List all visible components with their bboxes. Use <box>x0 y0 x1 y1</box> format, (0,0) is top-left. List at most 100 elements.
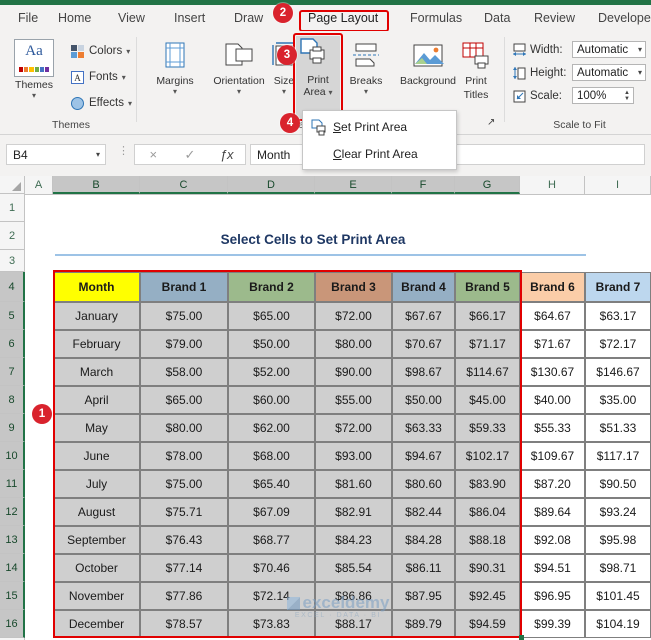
table-data-cell[interactable]: $76.43 <box>140 526 228 554</box>
table-data-cell[interactable]: $87.95 <box>392 582 455 610</box>
table-data-cell[interactable]: $90.00 <box>315 358 392 386</box>
table-row-label-cell[interactable]: June <box>53 442 140 470</box>
row-header-10[interactable]: 10 <box>0 442 25 470</box>
table-header-cell[interactable]: Brand 4 <box>392 272 455 302</box>
table-data-cell[interactable]: $94.67 <box>392 442 455 470</box>
table-data-cell[interactable]: $72.00 <box>315 414 392 442</box>
table-data-cell[interactable]: $72.00 <box>315 302 392 330</box>
table-data-cell[interactable]: $146.67 <box>585 358 651 386</box>
table-data-cell[interactable]: $75.71 <box>140 498 228 526</box>
table-data-cell[interactable]: $104.19 <box>585 610 651 638</box>
row-header-8[interactable]: 8 <box>0 386 25 414</box>
margins-chevron-down-icon[interactable]: ▾ <box>144 87 206 96</box>
table-data-cell[interactable]: $93.24 <box>585 498 651 526</box>
table-data-cell[interactable]: $65.00 <box>228 302 315 330</box>
row-header-16[interactable]: 16 <box>0 610 25 638</box>
table-data-cell[interactable]: $67.67 <box>392 302 455 330</box>
menu-item-set-print-area[interactable]: Set Print Area <box>309 115 407 139</box>
enter-icon[interactable]: ✓ <box>172 147 209 163</box>
fonts-button[interactable]: A Fonts ▾ <box>70 66 126 88</box>
table-data-cell[interactable]: $73.83 <box>228 610 315 638</box>
table-data-cell[interactable]: $65.40 <box>228 470 315 498</box>
table-data-cell[interactable]: $98.71 <box>585 554 651 582</box>
formula-bar-grip[interactable]: ⋮ <box>118 146 129 157</box>
tab-file[interactable]: File <box>12 8 44 28</box>
table-data-cell[interactable]: $77.86 <box>140 582 228 610</box>
cancel-icon[interactable]: × <box>135 147 172 162</box>
table-data-cell[interactable]: $86.86 <box>315 582 392 610</box>
tab-developer[interactable]: Developer <box>592 8 651 28</box>
table-data-cell[interactable]: $93.00 <box>315 442 392 470</box>
table-row-label-cell[interactable]: February <box>53 330 140 358</box>
table-row-label-cell[interactable]: September <box>53 526 140 554</box>
table-row-label-cell[interactable]: August <box>53 498 140 526</box>
table-data-cell[interactable]: $55.00 <box>315 386 392 414</box>
table-data-cell[interactable]: $40.00 <box>520 386 585 414</box>
effects-button[interactable]: Effects ▾ <box>70 92 132 114</box>
table-data-cell[interactable]: $55.33 <box>520 414 585 442</box>
table-data-cell[interactable]: $45.00 <box>455 386 520 414</box>
table-data-cell[interactable]: $64.67 <box>520 302 585 330</box>
row-header-2[interactable]: 2 <box>0 222 25 250</box>
table-data-cell[interactable]: $59.33 <box>455 414 520 442</box>
row-header-1[interactable]: 1 <box>0 194 25 222</box>
name-box-chevron-down-icon[interactable]: ▾ <box>96 150 105 159</box>
table-header-cell[interactable]: Brand 7 <box>585 272 651 302</box>
column-header-C[interactable]: C <box>140 176 228 194</box>
print-area-button[interactable]: Print Area ▾ <box>296 36 340 120</box>
table-data-cell[interactable]: $96.95 <box>520 582 585 610</box>
table-header-cell[interactable]: Brand 1 <box>140 272 228 302</box>
table-data-cell[interactable]: $72.14 <box>228 582 315 610</box>
table-data-cell[interactable]: $95.98 <box>585 526 651 554</box>
page-setup-dialog-launcher[interactable]: ↗ <box>487 117 495 128</box>
row-header-11[interactable]: 11 <box>0 470 25 498</box>
table-row-label-cell[interactable]: October <box>53 554 140 582</box>
row-header-9[interactable]: 9 <box>0 414 25 442</box>
table-header-cell[interactable]: Month <box>53 272 140 302</box>
table-data-cell[interactable]: $50.00 <box>228 330 315 358</box>
print-area-dropdown-menu[interactable]: Set Print Area Clear Print Area <box>302 110 457 170</box>
table-header-cell[interactable]: Brand 6 <box>520 272 585 302</box>
margins-button[interactable]: Margins ▾ <box>144 37 206 96</box>
height-select[interactable]: Automatic ▾ <box>572 64 646 81</box>
table-data-cell[interactable]: $114.67 <box>455 358 520 386</box>
table-data-cell[interactable]: $51.33 <box>585 414 651 442</box>
themes-chevron-down-icon[interactable]: ▾ <box>8 91 60 100</box>
column-header-E[interactable]: E <box>315 176 392 194</box>
column-header-D[interactable]: D <box>228 176 315 194</box>
fonts-chevron-down-icon[interactable]: ▾ <box>122 73 126 82</box>
table-header-cell[interactable]: Brand 5 <box>455 272 520 302</box>
table-data-cell[interactable]: $50.00 <box>392 386 455 414</box>
table-row-label-cell[interactable]: December <box>53 610 140 638</box>
table-data-cell[interactable]: $78.00 <box>140 442 228 470</box>
breaks-chevron-down-icon[interactable]: ▾ <box>343 87 389 96</box>
table-data-cell[interactable]: $66.17 <box>455 302 520 330</box>
table-data-cell[interactable]: $87.20 <box>520 470 585 498</box>
scale-input[interactable]: 100% ▲ ▼ <box>572 87 634 104</box>
table-data-cell[interactable]: $65.00 <box>140 386 228 414</box>
table-data-cell[interactable]: $94.51 <box>520 554 585 582</box>
table-data-cell[interactable]: $92.08 <box>520 526 585 554</box>
table-data-cell[interactable]: $82.44 <box>392 498 455 526</box>
column-header-B[interactable]: B <box>53 176 140 194</box>
tab-insert[interactable]: Insert <box>168 8 211 28</box>
effects-chevron-down-icon[interactable]: ▾ <box>128 99 132 108</box>
table-data-cell[interactable]: $63.33 <box>392 414 455 442</box>
table-data-cell[interactable]: $88.18 <box>455 526 520 554</box>
table-data-cell[interactable]: $86.04 <box>455 498 520 526</box>
print-area-chevron-down-icon[interactable]: ▾ <box>329 88 333 97</box>
table-header-cell[interactable]: Brand 2 <box>228 272 315 302</box>
table-row-label-cell[interactable]: March <box>53 358 140 386</box>
row-header-6[interactable]: 6 <box>0 330 25 358</box>
table-data-cell[interactable]: $62.00 <box>228 414 315 442</box>
tab-data[interactable]: Data <box>478 8 516 28</box>
tab-formulas[interactable]: Formulas <box>404 8 468 28</box>
select-all-corner[interactable] <box>0 176 25 194</box>
table-data-cell[interactable]: $109.67 <box>520 442 585 470</box>
table-data-cell[interactable]: $85.54 <box>315 554 392 582</box>
table-data-cell[interactable]: $82.91 <box>315 498 392 526</box>
table-data-cell[interactable]: $89.64 <box>520 498 585 526</box>
table-data-cell[interactable]: $60.00 <box>228 386 315 414</box>
table-data-cell[interactable]: $70.67 <box>392 330 455 358</box>
table-data-cell[interactable]: $77.14 <box>140 554 228 582</box>
